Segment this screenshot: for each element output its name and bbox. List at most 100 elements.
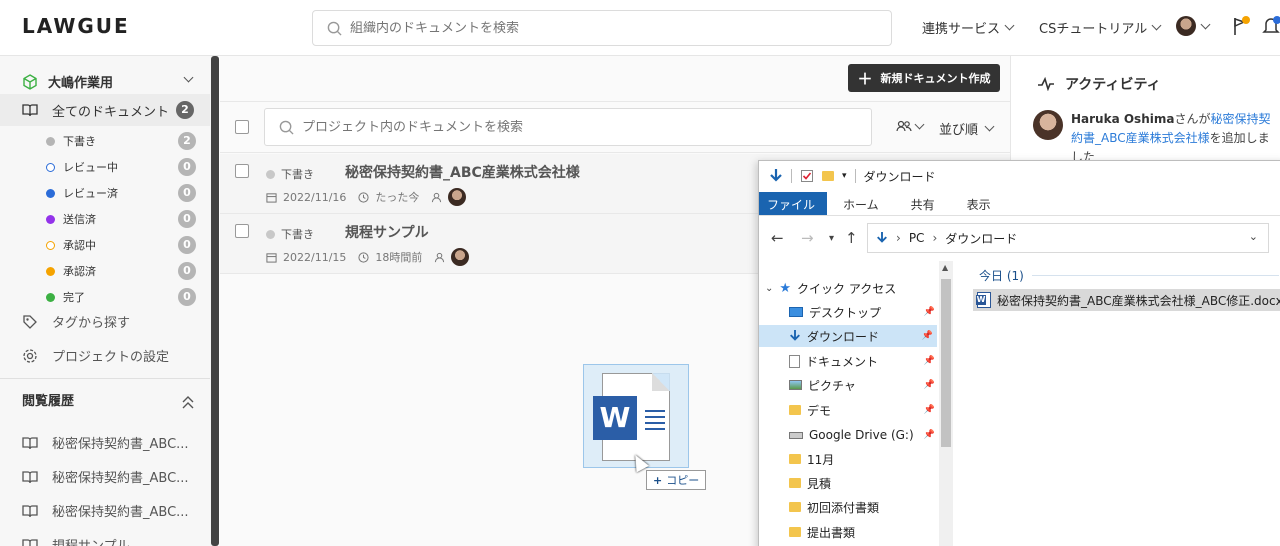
avatar: [1033, 110, 1063, 140]
status-dot: [266, 169, 275, 179]
activity-title-label: アクティビティ: [1065, 77, 1161, 93]
doc-title[interactable]: 規程サンプル: [345, 222, 429, 242]
tree-item-documents[interactable]: ドキュメント 📌: [789, 350, 939, 372]
status-list: 下書き 2 レビュー中 0 レビュー済 0 送信済 0 承認中 0 承認済 0 …: [46, 128, 196, 310]
doc-title[interactable]: 秘密保持契約書_ABC産業株式会社様: [345, 162, 580, 182]
window-title: ダウンロード: [863, 169, 936, 184]
document-toolbar: 並び順: [220, 101, 1010, 153]
all-documents-link[interactable]: 全てのドキュメント 2: [0, 94, 210, 126]
status-label: 送信済: [63, 213, 96, 226]
flag-icon[interactable]: [1232, 16, 1250, 36]
tree-label: 見積: [807, 476, 832, 491]
tree-item-pictures[interactable]: ピクチャ 📌: [789, 374, 939, 396]
sidebar: 大嶋作業用 全てのドキュメント 2 下書き 2 レビュー中 0 レビュー済 0: [0, 56, 212, 546]
desktop-icon: [789, 307, 803, 317]
qat-dropdown-icon[interactable]: ▾: [842, 171, 847, 181]
chevron-up-icon[interactable]: [182, 396, 194, 410]
tree-item-google-drive[interactable]: Google Drive (G:) 📌: [789, 424, 939, 446]
forward-arrow-icon[interactable]: →: [801, 229, 814, 247]
breadcrumb-pc[interactable]: PC: [909, 231, 925, 245]
ribbon-tab-file[interactable]: ファイル: [759, 192, 828, 215]
tree-item-demo[interactable]: デモ 📌: [789, 399, 939, 421]
back-arrow-icon[interactable]: ←: [771, 229, 784, 247]
breadcrumb-downloads[interactable]: ダウンロード: [945, 230, 1017, 247]
pin-icon: 📌: [923, 430, 935, 440]
text-line: [645, 422, 665, 424]
address-dropdown-icon[interactable]: ⌄: [1249, 230, 1258, 243]
user-menu[interactable]: [1176, 16, 1211, 36]
activity-title: アクティビティ: [1037, 74, 1161, 94]
clock-icon: [358, 191, 369, 203]
status-dot: [46, 214, 55, 224]
count-badge: 2: [178, 132, 196, 150]
sidebar-scrollbar[interactable]: [211, 56, 219, 546]
status-label: 承認中: [63, 239, 96, 252]
user-icon: [435, 252, 445, 262]
scroll-up-icon[interactable]: ▲: [942, 263, 948, 272]
global-search[interactable]: [312, 10, 892, 46]
status-dot: [46, 188, 55, 198]
ribbon-tab-share[interactable]: 共有: [895, 192, 951, 215]
status-item-approved[interactable]: 承認済 0: [46, 258, 196, 284]
row-checkbox[interactable]: [235, 224, 249, 238]
project-settings-link[interactable]: プロジェクトの設定: [22, 346, 169, 365]
history-item[interactable]: 秘密保持契約書_ABC...: [22, 501, 189, 520]
status-item-reviewed[interactable]: レビュー済 0: [46, 180, 196, 206]
pictures-icon: [789, 380, 802, 390]
book-icon: [22, 504, 38, 517]
row-checkbox[interactable]: [235, 164, 249, 178]
status-label: 下書き: [63, 135, 96, 148]
tree-label: クイック アクセス: [797, 281, 897, 296]
calendar-icon: [266, 192, 277, 203]
status-item-in-review[interactable]: レビュー中 0: [46, 154, 196, 180]
search-icon: [327, 21, 342, 36]
calendar-icon: [266, 252, 277, 263]
global-search-input[interactable]: [350, 20, 830, 36]
word-file-icon: W: [593, 373, 670, 461]
doc-status-label: 下書き: [281, 168, 314, 181]
status-dot: [266, 229, 275, 239]
count-badge: 0: [178, 262, 196, 280]
select-all-checkbox[interactable]: [235, 120, 249, 134]
history-item[interactable]: 秘密保持契約書_ABC...: [22, 467, 189, 486]
integrations-menu[interactable]: 連携サービス: [922, 18, 1015, 37]
tree-item-estimates[interactable]: 見積: [789, 472, 939, 494]
tree-item-attachments[interactable]: 初回添付書類: [789, 496, 939, 518]
status-item-sent[interactable]: 送信済 0: [46, 206, 196, 232]
tree-quick-access[interactable]: ⌄ ★ クイック アクセス: [765, 277, 915, 299]
logo[interactable]: LAWGUE: [22, 14, 130, 38]
bell-icon[interactable]: [1262, 16, 1280, 36]
star-icon: ★: [779, 280, 792, 296]
new-folder-icon[interactable]: [822, 171, 834, 181]
ribbon-tab-view[interactable]: 表示: [951, 192, 1007, 215]
new-document-button[interactable]: ＋ 新規ドキュメント作成: [848, 64, 1000, 92]
tags-link[interactable]: タグから探す: [22, 312, 130, 331]
status-item-done[interactable]: 完了 0: [46, 284, 196, 310]
tree-item-downloads[interactable]: ダウンロード 📌: [759, 325, 937, 347]
tree-item-submissions[interactable]: 提出書類: [789, 521, 939, 543]
history-item[interactable]: 規程サンプル: [22, 535, 130, 546]
status-item-approving[interactable]: 承認中 0: [46, 232, 196, 258]
history-item[interactable]: 秘密保持契約書_ABC...: [22, 433, 189, 452]
cube-icon: [23, 73, 37, 90]
address-bar[interactable]: › PC › ダウンロード ⌄: [867, 223, 1269, 253]
tree-label: 11月: [807, 452, 835, 467]
folder-icon: [789, 478, 801, 488]
file-group-header[interactable]: 今日 (1): [979, 267, 1279, 284]
recent-dropdown-icon[interactable]: ▾: [829, 233, 834, 244]
status-item-draft[interactable]: 下書き 2: [46, 128, 196, 154]
project-search-input[interactable]: [302, 119, 842, 135]
up-arrow-icon[interactable]: ↑: [845, 229, 858, 247]
member-filter[interactable]: [896, 119, 925, 132]
properties-icon[interactable]: [800, 169, 814, 183]
tree-item-desktop[interactable]: デスクトップ 📌: [789, 301, 939, 323]
ribbon-tab-home[interactable]: ホーム: [827, 192, 895, 215]
project-search[interactable]: [264, 108, 872, 146]
org-menu[interactable]: CSチュートリアル: [1039, 18, 1162, 37]
tree-item-november[interactable]: 11月: [789, 448, 939, 470]
sort-menu[interactable]: 並び順: [939, 119, 995, 138]
copy-tooltip: + コピー: [646, 470, 707, 490]
file-item[interactable]: 秘密保持契約書_ABC産業株式会社様_ABC修正.docx: [973, 289, 1280, 311]
workspace-selector[interactable]: 大嶋作業用: [22, 72, 196, 91]
tree-scrollbar-thumb[interactable]: [941, 279, 951, 447]
